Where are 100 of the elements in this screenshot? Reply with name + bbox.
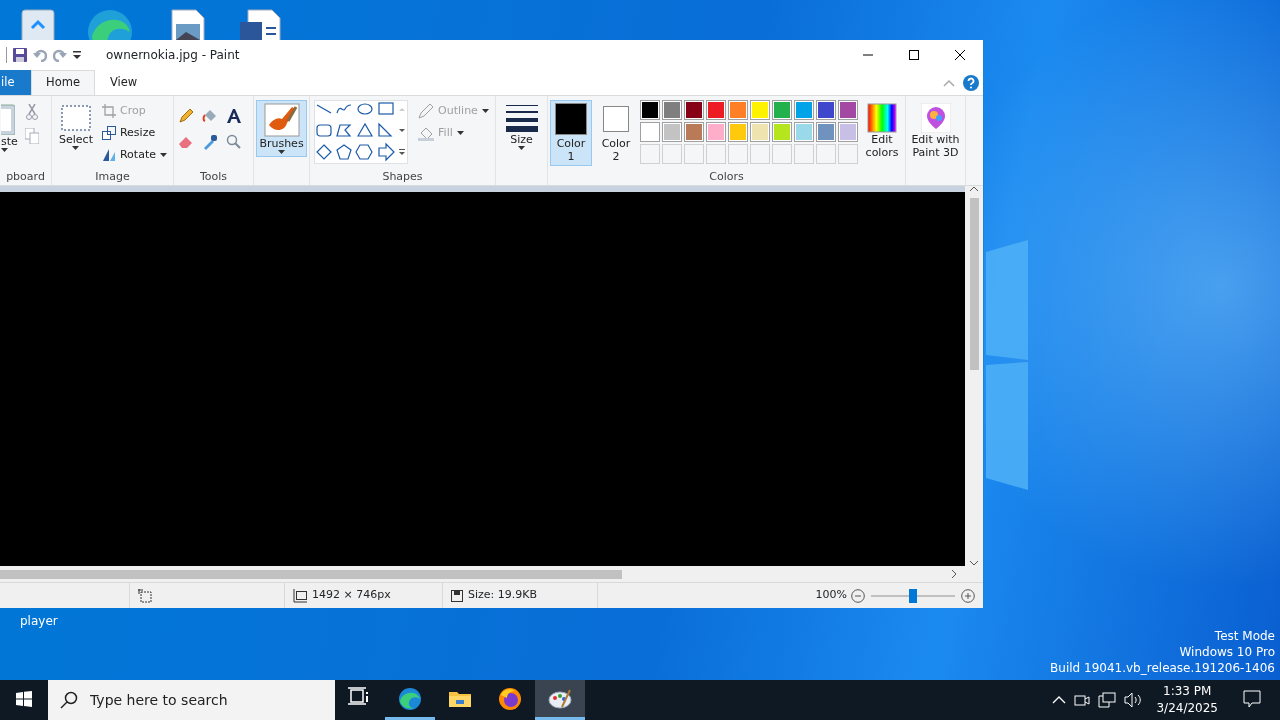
collapse-icon[interactable] xyxy=(943,78,955,87)
clock[interactable]: 1:33 PM 3/24/2025 xyxy=(1150,683,1224,717)
empty-swatch[interactable] xyxy=(684,144,704,164)
scroll-up-icon xyxy=(970,186,978,192)
ribbon-tab[interactable]: Home xyxy=(31,70,95,95)
eraser-icon[interactable] xyxy=(177,134,194,150)
file-menu-tab[interactable]: ile xyxy=(0,70,31,95)
zoom-in-icon[interactable] xyxy=(961,588,975,603)
cursor-position-icon xyxy=(138,588,152,603)
spectrum-icon xyxy=(867,103,897,133)
palette-swatch[interactable] xyxy=(640,122,660,142)
palette-swatch[interactable] xyxy=(728,122,748,142)
maximize-icon xyxy=(909,50,919,60)
size-button[interactable]: Size xyxy=(502,100,541,153)
zoom-out-icon[interactable] xyxy=(851,588,865,603)
palette-swatch[interactable] xyxy=(816,122,836,142)
palette-swatch[interactable] xyxy=(750,100,770,120)
network-icon[interactable] xyxy=(1098,692,1117,708)
scroll-right-icon xyxy=(951,570,957,578)
caret-icon xyxy=(1,148,8,152)
scroll-down-icon xyxy=(970,560,978,566)
speaker-icon[interactable] xyxy=(1124,692,1143,708)
save-icon[interactable] xyxy=(13,48,27,62)
fill-icon xyxy=(418,125,435,141)
close-icon xyxy=(955,50,965,60)
dropdown-icon[interactable] xyxy=(73,50,81,60)
empty-swatch[interactable] xyxy=(728,144,748,164)
undo-icon[interactable] xyxy=(33,48,47,62)
caret-icon xyxy=(481,109,489,113)
empty-swatch[interactable] xyxy=(750,144,770,164)
text-icon[interactable] xyxy=(225,108,242,124)
image-dimensions: 1492 × 746px xyxy=(312,587,391,604)
cut-icon[interactable] xyxy=(24,104,39,120)
magnifier-icon[interactable] xyxy=(225,134,242,150)
paint-3d-icon xyxy=(920,103,951,133)
caret-icon xyxy=(72,146,80,150)
slider-thumb[interactable] xyxy=(909,588,917,603)
vertical-scrollbar[interactable] xyxy=(965,186,983,566)
empty-swatch[interactable] xyxy=(838,144,858,164)
palette-swatch[interactable] xyxy=(706,122,726,142)
palette-swatch[interactable] xyxy=(794,122,814,142)
chat-bubble-icon xyxy=(1243,689,1261,708)
scrollbar-thumb[interactable] xyxy=(969,198,979,370)
palette-swatch[interactable] xyxy=(684,100,704,120)
pencil-icon[interactable] xyxy=(177,108,194,124)
copy-icon[interactable] xyxy=(24,128,39,144)
redo-icon[interactable] xyxy=(53,48,67,62)
rotate-button[interactable]: Rotate xyxy=(99,144,169,166)
palette-swatch[interactable] xyxy=(772,100,792,120)
outline-icon xyxy=(418,103,435,119)
scrollbar-thumb[interactable] xyxy=(0,569,622,579)
palette-swatch[interactable] xyxy=(772,122,792,142)
separator-icon xyxy=(6,47,7,63)
palette-swatch[interactable] xyxy=(640,100,660,120)
chevron-up-icon[interactable] xyxy=(1052,695,1067,705)
brushes-button[interactable]: Brushes xyxy=(256,100,307,157)
caret-icon xyxy=(278,150,285,154)
palette-swatch[interactable] xyxy=(684,122,704,142)
brush-icon xyxy=(263,103,300,137)
palette-swatch[interactable] xyxy=(706,100,726,120)
palette-swatch[interactable] xyxy=(662,100,682,120)
group-label: Tools xyxy=(198,169,229,185)
window-title: ownernokia.jpg - Paint xyxy=(106,47,241,64)
search-field[interactable]: Type here to search xyxy=(88,688,328,712)
system-info-text: Test Mode xyxy=(1213,628,1275,644)
system-info-text: Windows 10 Pro xyxy=(1178,644,1275,660)
horizontal-scrollbar[interactable] xyxy=(0,566,983,582)
taskbar-app-button[interactable] xyxy=(535,680,585,720)
palette-swatch[interactable] xyxy=(794,100,814,120)
palette-swatch[interactable] xyxy=(662,122,682,142)
empty-swatch[interactable] xyxy=(706,144,726,164)
paste-button[interactable]: ste xyxy=(0,100,21,155)
color-slot-button[interactable]: Color 1 xyxy=(550,100,592,166)
empty-swatch[interactable] xyxy=(662,144,682,164)
empty-swatch[interactable] xyxy=(640,144,660,164)
help-icon[interactable] xyxy=(963,74,979,91)
camera-icon[interactable] xyxy=(1074,692,1091,708)
empty-swatch[interactable] xyxy=(772,144,792,164)
search-box[interactable]: Type here to search xyxy=(48,680,335,720)
ribbon-tab[interactable]: View xyxy=(94,70,153,95)
selection-icon xyxy=(60,103,92,133)
palette-swatch[interactable] xyxy=(728,100,748,120)
palette-swatch[interactable] xyxy=(838,122,858,142)
group-label: pboard xyxy=(5,169,46,185)
edit-colors-button[interactable]: Edit colors xyxy=(861,100,903,162)
color-slot-button[interactable]: Color 2 xyxy=(595,100,637,166)
palette-swatch[interactable] xyxy=(838,100,858,120)
palette-swatch[interactable] xyxy=(750,122,770,142)
globe-icon xyxy=(398,686,422,711)
file-size: Size: 19.9KB xyxy=(468,587,538,604)
palette-swatch[interactable] xyxy=(816,100,836,120)
resize-button[interactable]: Resize xyxy=(99,122,169,144)
empty-swatch[interactable] xyxy=(794,144,814,164)
edit-with-paint-3d-button[interactable]: Edit with Paint 3D xyxy=(906,100,965,162)
line-width-icon xyxy=(505,103,538,133)
empty-swatch[interactable] xyxy=(816,144,836,164)
select-button[interactable]: Select xyxy=(56,100,96,153)
search-icon xyxy=(60,691,78,709)
fox-browser-icon xyxy=(498,686,522,711)
word-document-icon[interactable] xyxy=(240,6,284,40)
